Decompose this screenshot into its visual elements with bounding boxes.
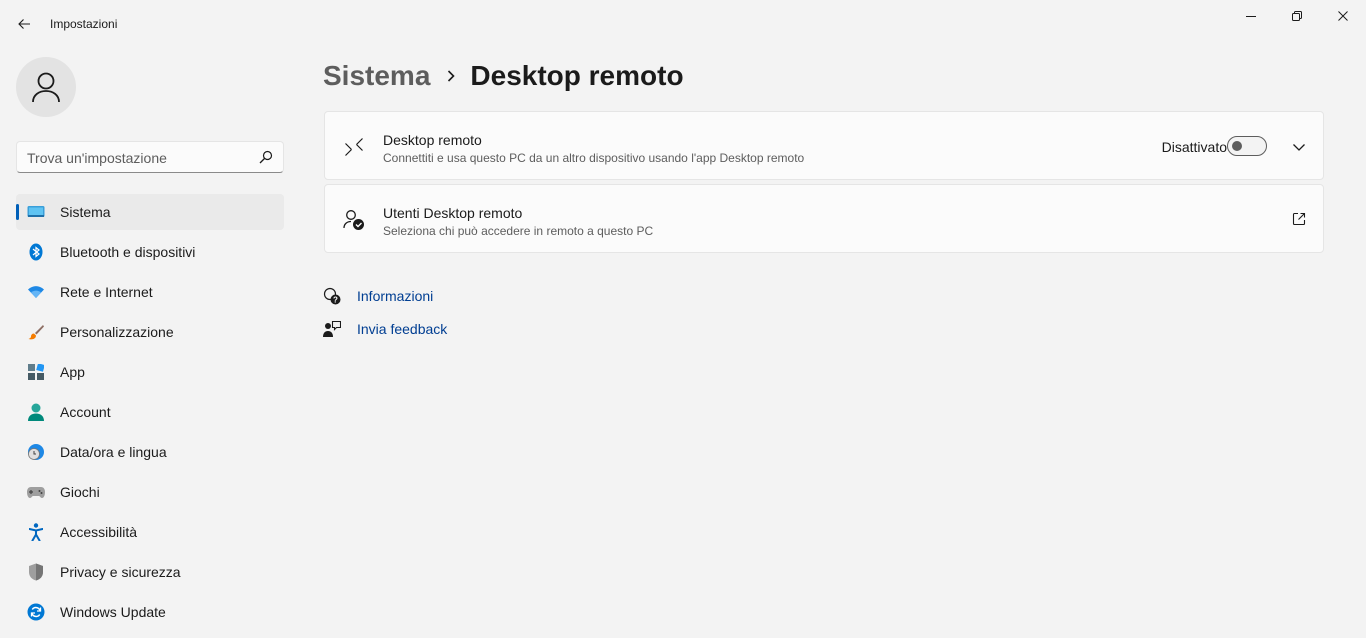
sidebar-item-label: Rete e Internet bbox=[60, 284, 153, 300]
sidebar-item-data-ora[interactable]: Data/ora e lingua bbox=[16, 434, 284, 470]
system-icon bbox=[27, 203, 45, 221]
sidebar-item-sistema[interactable]: Sistema bbox=[16, 194, 284, 230]
page-title: Desktop remoto bbox=[470, 60, 684, 91]
app-title: Impostazioni bbox=[50, 17, 118, 31]
sidebar-item-label: Giochi bbox=[60, 484, 100, 500]
info-link-label[interactable]: Informazioni bbox=[357, 288, 433, 304]
remote-desktop-users-card[interactable]: Utenti Desktop remoto Seleziona chi può … bbox=[324, 184, 1324, 253]
card-title: Desktop remoto bbox=[383, 132, 482, 148]
clock-globe-icon bbox=[27, 443, 45, 461]
sidebar-item-label: Privacy e sicurezza bbox=[60, 564, 181, 580]
settings-search[interactable] bbox=[16, 141, 284, 173]
back-arrow-icon bbox=[18, 19, 30, 29]
title-bar: Impostazioni bbox=[0, 0, 1366, 48]
remote-desktop-toggle[interactable] bbox=[1227, 136, 1267, 156]
info-link[interactable]: ? Informazioni bbox=[323, 285, 433, 307]
breadcrumb-parent[interactable]: Sistema bbox=[323, 60, 430, 92]
restore-button[interactable] bbox=[1274, 0, 1320, 32]
sidebar-item-privacy[interactable]: Privacy e sicurezza bbox=[16, 554, 284, 590]
help-chat-icon: ? bbox=[323, 287, 341, 305]
toggle-knob bbox=[1232, 141, 1242, 151]
update-icon bbox=[27, 603, 45, 621]
search-input[interactable] bbox=[27, 148, 247, 168]
user-avatar[interactable] bbox=[16, 57, 76, 117]
wifi-icon bbox=[27, 283, 45, 301]
close-button[interactable] bbox=[1320, 0, 1366, 32]
sidebar-item-label: Sistema bbox=[60, 204, 111, 220]
chevron-down-icon[interactable] bbox=[1291, 139, 1307, 155]
sidebar-item-label: Windows Update bbox=[60, 604, 166, 620]
sidebar-item-rete[interactable]: Rete e Internet bbox=[16, 274, 284, 310]
external-link-icon[interactable] bbox=[1291, 211, 1307, 227]
sidebar-item-label: App bbox=[60, 364, 85, 380]
sidebar-item-label: Data/ora e lingua bbox=[60, 444, 167, 460]
chevron-right-icon bbox=[446, 69, 456, 83]
sidebar-nav: Sistema Bluetooth e dispositivi Rete e I… bbox=[16, 194, 284, 634]
remote-desktop-icon bbox=[343, 136, 365, 158]
card-description: Seleziona chi può accedere in remoto a q… bbox=[383, 224, 654, 238]
sidebar-item-account[interactable]: Account bbox=[16, 394, 284, 430]
sidebar-item-label: Personalizzazione bbox=[60, 324, 174, 340]
feedback-link-label[interactable]: Invia feedback bbox=[357, 321, 447, 337]
restore-icon bbox=[1292, 11, 1302, 21]
svg-text:?: ? bbox=[333, 296, 338, 305]
breadcrumb: Sistema Desktop remoto bbox=[323, 58, 684, 94]
sidebar-item-personalizzazione[interactable]: Personalizzazione bbox=[16, 314, 284, 350]
back-button[interactable] bbox=[10, 10, 38, 38]
gamepad-icon bbox=[27, 483, 45, 501]
shield-icon bbox=[27, 563, 45, 581]
user-check-icon bbox=[343, 209, 365, 231]
account-icon bbox=[27, 403, 45, 421]
sidebar-item-giochi[interactable]: Giochi bbox=[16, 474, 284, 510]
feedback-icon bbox=[323, 320, 341, 338]
bluetooth-icon bbox=[27, 243, 45, 261]
search-icon[interactable] bbox=[259, 150, 273, 164]
toggle-state-label: Disattivato bbox=[1161, 139, 1227, 155]
sidebar-item-bluetooth[interactable]: Bluetooth e dispositivi bbox=[16, 234, 284, 270]
close-icon bbox=[1338, 11, 1348, 21]
sidebar-item-label: Bluetooth e dispositivi bbox=[60, 244, 196, 260]
remote-desktop-card[interactable]: Desktop remoto Connettiti e usa questo P… bbox=[324, 111, 1324, 180]
person-icon bbox=[32, 72, 60, 103]
sidebar-item-accessibilita[interactable]: Accessibilità bbox=[16, 514, 284, 550]
minimize-icon bbox=[1246, 16, 1256, 17]
feedback-link[interactable]: Invia feedback bbox=[323, 318, 447, 340]
accessibility-icon bbox=[27, 523, 45, 541]
card-title: Utenti Desktop remoto bbox=[383, 205, 523, 221]
sidebar-item-app[interactable]: App bbox=[16, 354, 284, 390]
minimize-button[interactable] bbox=[1228, 0, 1274, 32]
sidebar-item-label: Account bbox=[60, 404, 111, 420]
card-description: Connettiti e usa questo PC da un altro d… bbox=[383, 151, 805, 165]
apps-icon bbox=[27, 363, 45, 381]
brush-icon bbox=[27, 323, 45, 341]
sidebar-item-windows-update[interactable]: Windows Update bbox=[16, 594, 284, 630]
sidebar-item-label: Accessibilità bbox=[60, 524, 138, 540]
